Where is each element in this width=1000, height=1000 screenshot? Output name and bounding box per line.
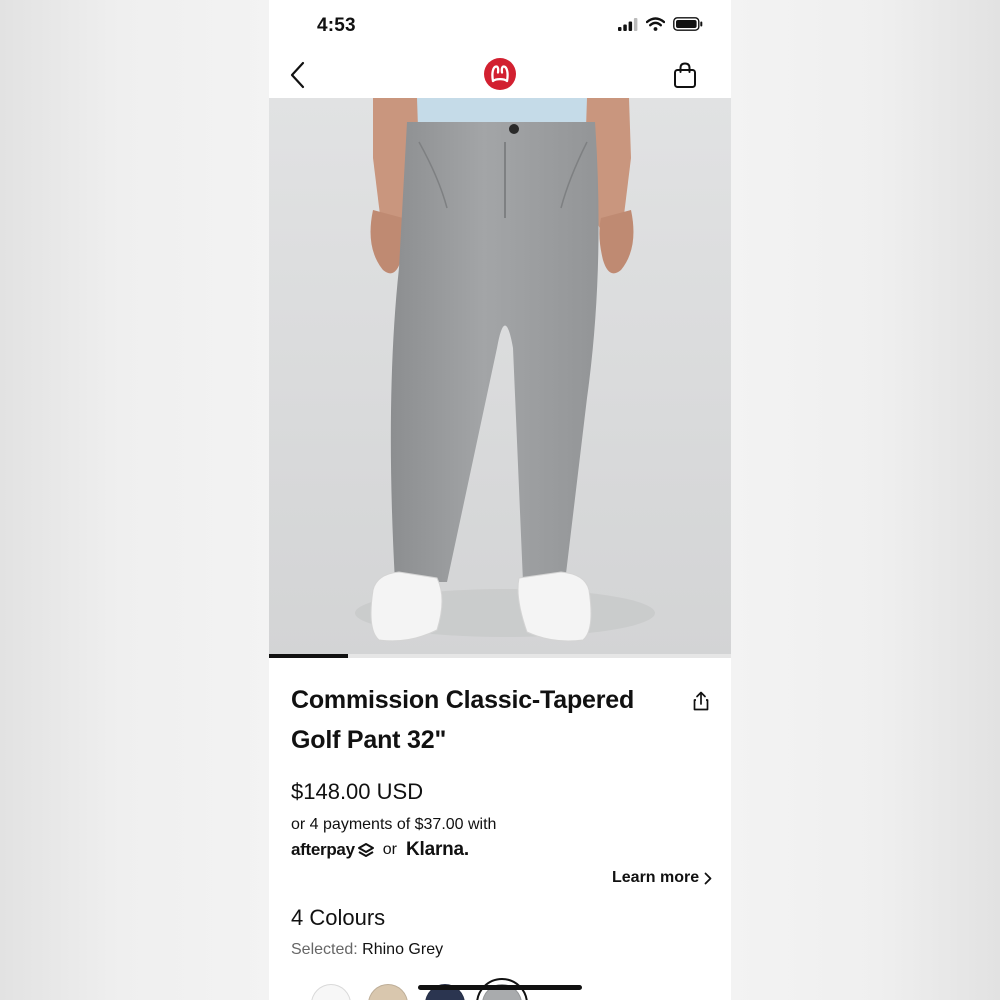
lululemon-logo-icon[interactable] — [484, 58, 516, 90]
carousel-progress-fill — [269, 654, 348, 658]
product-image[interactable] — [269, 98, 731, 658]
selected-colour-name: Rhino Grey — [362, 941, 444, 958]
back-button[interactable] — [287, 60, 311, 90]
klarna-logo[interactable]: Klarna. — [406, 839, 469, 861]
colour-count: 4 Colours — [291, 905, 386, 930]
home-indicator — [418, 985, 582, 990]
learn-more-label: Learn more — [612, 869, 700, 886]
status-time: 4:53 — [317, 15, 356, 36]
afterpay-arrows-icon — [357, 843, 374, 857]
share-button[interactable] — [690, 690, 712, 712]
colour-swatch[interactable] — [368, 984, 408, 1000]
signal-icon — [618, 17, 638, 31]
product-title: Commission Classic-Tapered Golf Pant 32" — [291, 686, 635, 754]
status-icons — [618, 17, 703, 31]
product-photo — [269, 98, 731, 658]
afterpay-logo[interactable]: afterpay — [291, 840, 376, 860]
nav-bar — [269, 52, 731, 98]
product-screen: 4:53 Commission Classic-Tapered Golf Pan… — [269, 0, 731, 1000]
afterpay-label: afterpay — [291, 840, 355, 859]
product-details: Commission Classic-Tapered Golf Pant 32" — [291, 680, 711, 760]
status-bar: 4:53 — [269, 0, 731, 52]
colour-swatch[interactable] — [311, 984, 351, 1000]
selected-label: Selected: — [291, 941, 358, 958]
battery-icon — [673, 17, 703, 31]
or-text: or — [382, 841, 397, 858]
learn-more-link[interactable]: Learn more — [612, 869, 712, 887]
selected-colour: Selected: Rhino Grey — [291, 941, 443, 959]
shopping-bag-button[interactable] — [672, 61, 698, 89]
payment-options: afterpay or Klarna. — [291, 838, 469, 862]
installments-text: or 4 payments of $37.00 with — [291, 816, 497, 833]
wifi-icon — [646, 17, 665, 31]
product-price: $148.00 USD — [291, 779, 424, 804]
image-carousel-progress — [269, 654, 731, 658]
chevron-right-icon — [704, 872, 712, 884]
